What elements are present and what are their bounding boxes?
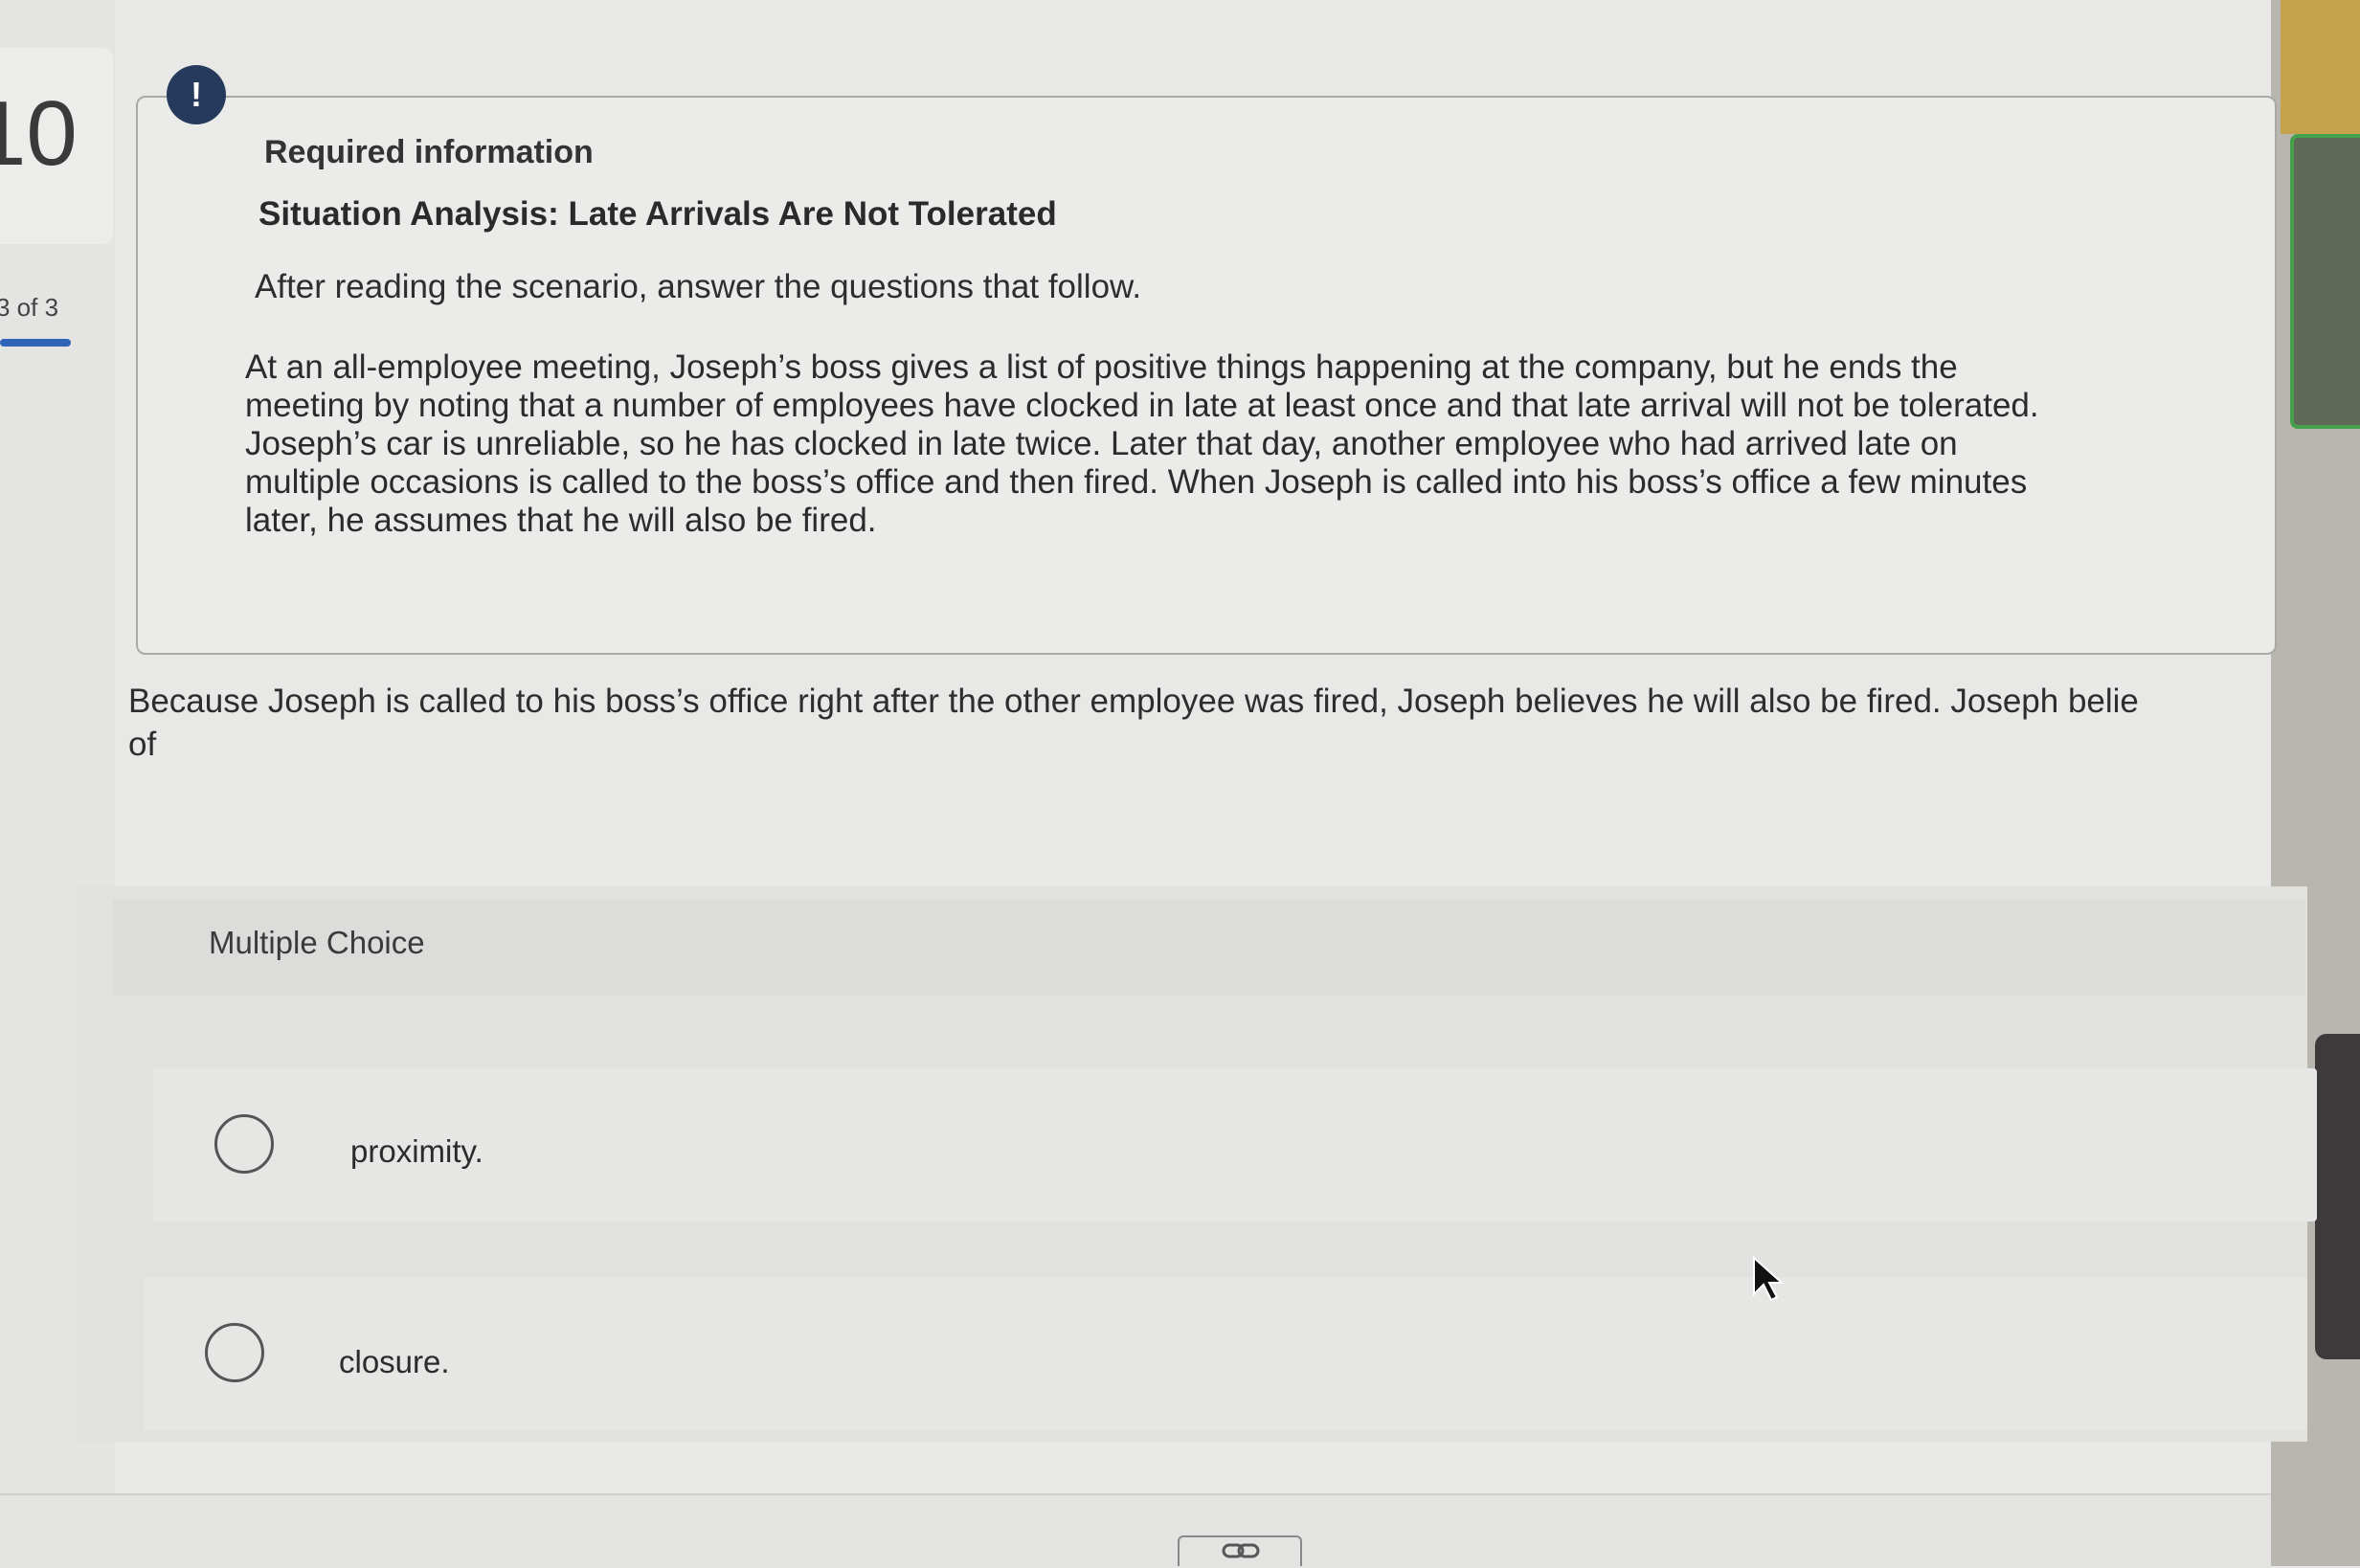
situation-title: Situation Analysis: Late Arrivals Are No… bbox=[258, 195, 1057, 233]
question-progress-bar bbox=[0, 339, 71, 347]
link-icon-glyph bbox=[1222, 1543, 1260, 1558]
exclamation-icon: ! bbox=[167, 65, 226, 124]
right-edge-top-panel bbox=[2281, 0, 2360, 134]
right-edge-window-panel bbox=[2290, 134, 2360, 429]
scenario-text: At an all-employee meeting, Joseph’s bos… bbox=[245, 348, 2039, 539]
question-text: Because Joseph is called to his boss’s o… bbox=[128, 683, 2139, 720]
answer-option-closure[interactable]: closure. bbox=[144, 1277, 2307, 1430]
link-icon[interactable] bbox=[1178, 1535, 1302, 1566]
right-edge-dark-panel bbox=[2315, 1034, 2360, 1359]
answer-option-proximity[interactable]: proximity. bbox=[153, 1068, 2317, 1221]
radio-button[interactable] bbox=[214, 1114, 274, 1174]
radio-button[interactable] bbox=[205, 1323, 264, 1382]
question-number: 10 bbox=[0, 82, 78, 185]
multiple-choice-label: Multiple Choice bbox=[209, 925, 425, 960]
required-information-heading: Required information bbox=[264, 134, 594, 170]
question-text-continuation: of bbox=[128, 726, 157, 763]
answer-option-label: closure. bbox=[339, 1344, 450, 1379]
multiple-choice-header bbox=[113, 900, 2305, 996]
bottom-toolbar bbox=[0, 1493, 2271, 1568]
question-progress-label: 3 of 3 bbox=[0, 293, 59, 322]
scenario-instruction: After reading the scenario, answer the q… bbox=[255, 268, 1142, 305]
answer-option-label: proximity. bbox=[350, 1133, 483, 1169]
cursor-icon bbox=[1752, 1255, 1785, 1309]
